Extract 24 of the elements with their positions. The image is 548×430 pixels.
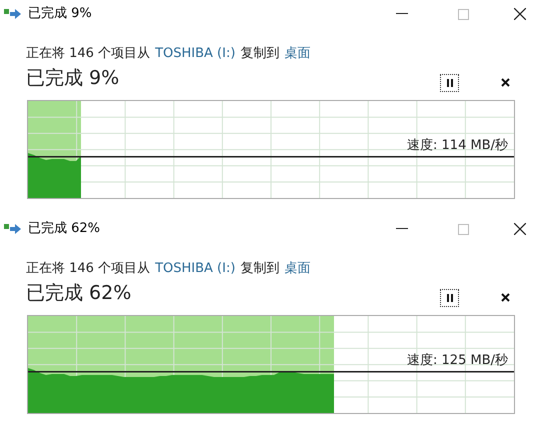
progress-status: 已完成 62% [26,281,132,306]
pause-icon [446,294,452,302]
pause-button[interactable] [440,288,459,306]
progress-status: 已完成 9% [26,66,120,92]
pause-button[interactable] [440,74,459,92]
speed-label: 速度: 125 MB/秒 [407,352,508,370]
minimize-icon[interactable] [396,228,408,230]
minimize-icon[interactable] [396,13,408,15]
cancel-icon[interactable] [501,293,510,302]
window-title: 已完成 62% [28,220,100,238]
copy-description: 正在将 146 个项目从 TOSHIBA (I:) 复制到 桌面 [26,45,312,63]
speed-label: 速度: 114 MB/秒 [407,136,508,154]
window-title: 已完成 9% [28,5,92,24]
cancel-icon[interactable] [501,78,510,87]
close-icon[interactable] [514,223,526,235]
copy-icon [4,222,22,236]
location-link[interactable]: 桌面 [284,261,310,276]
close-icon[interactable] [514,8,526,20]
location-link[interactable]: TOSHIBA (I:) [155,261,236,276]
location-link[interactable]: 桌面 [284,46,310,61]
location-link[interactable]: TOSHIBA (I:) [155,46,236,61]
copy-description: 正在将 146 个项目从 TOSHIBA (I:) 复制到 桌面 [26,260,312,278]
copy-icon [4,7,22,21]
pause-icon [446,78,452,86]
